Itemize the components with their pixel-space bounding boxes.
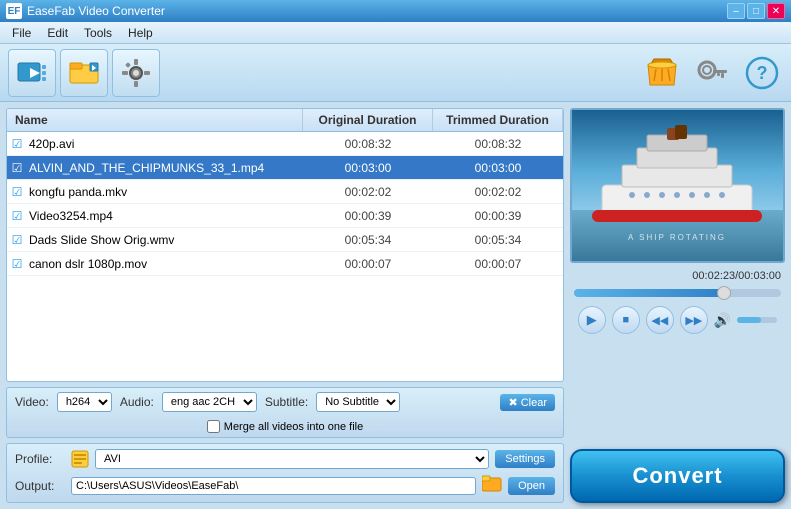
merge-label: Merge all videos into one file	[224, 421, 363, 433]
menu-tools[interactable]: Tools	[76, 24, 120, 42]
file-row[interactable]: ☑ ALVIN_AND_THE_CHIPMUNKS_33_1.mp4 00:03…	[7, 156, 563, 180]
output-path-input[interactable]	[71, 477, 476, 495]
menu-edit[interactable]: Edit	[39, 24, 76, 42]
convert-button[interactable]: Convert	[570, 449, 785, 503]
file-checkbox[interactable]: ☑	[7, 233, 27, 247]
file-orig-duration: 00:00:07	[303, 257, 433, 271]
app-title: EaseFab Video Converter	[27, 4, 165, 18]
window-controls: – □ ✕	[727, 3, 785, 19]
output-folder-button[interactable]	[482, 474, 502, 497]
file-checkbox[interactable]: ☑	[7, 209, 27, 223]
file-orig-duration: 00:03:00	[303, 161, 433, 175]
file-row[interactable]: ☑ canon dslr 1080p.mov 00:00:07 00:00:07	[7, 252, 563, 276]
file-row[interactable]: ☑ Dads Slide Show Orig.wmv 00:05:34 00:0…	[7, 228, 563, 252]
merge-row: Merge all videos into one file	[15, 420, 555, 433]
merge-checkbox[interactable]	[207, 420, 220, 433]
preview-svg: A SHIP ROTATING	[572, 110, 783, 261]
svg-text:A SHIP ROTATING: A SHIP ROTATING	[628, 233, 726, 242]
title-bar: EF EaseFab Video Converter – □ ✕	[0, 0, 791, 22]
col-header-name: Name	[7, 109, 303, 131]
file-checkbox[interactable]: ☑	[7, 137, 27, 151]
preview-time: 00:02:23/00:03:00	[570, 268, 785, 284]
stop-button[interactable]: ■	[612, 306, 640, 334]
file-name: ALVIN_AND_THE_CHIPMUNKS_33_1.mp4	[27, 161, 303, 175]
add-video-button[interactable]	[8, 49, 56, 97]
controls-bar: Video: h264 Audio: eng aac 2CH Subtitle:…	[6, 387, 564, 438]
subtitle-select[interactable]: No Subtitle	[316, 392, 400, 412]
maximize-button[interactable]: □	[747, 3, 765, 19]
prev-button[interactable]: ◀◀	[646, 306, 674, 334]
file-trim-duration: 00:05:34	[433, 233, 563, 247]
file-name: Dads Slide Show Orig.wmv	[27, 233, 303, 247]
play-button[interactable]: ▶	[578, 306, 606, 334]
toolbar-right: ?	[641, 52, 783, 94]
profile-select[interactable]: AVI MP4 MKV MOV	[95, 449, 489, 469]
main-content: Name Original Duration Trimmed Duration …	[0, 102, 791, 509]
settings-toolbar-button[interactable]	[112, 49, 160, 97]
preview-screen: A SHIP ROTATING	[570, 108, 785, 263]
menu-file[interactable]: File	[4, 24, 39, 42]
preview-controls: ▶ ■ ◀◀ ▶▶ 🔊	[570, 302, 785, 338]
file-name: canon dslr 1080p.mov	[27, 257, 303, 271]
preview-progress-bar[interactable]	[574, 289, 781, 297]
app-icon: EF	[6, 3, 22, 19]
audio-select[interactable]: eng aac 2CH	[162, 392, 257, 412]
clear-button[interactable]: ✖ Clear	[500, 394, 555, 411]
open-button[interactable]: Open	[508, 477, 555, 495]
file-trim-duration: 00:08:32	[433, 137, 563, 151]
menu-bar: File Edit Tools Help	[0, 22, 791, 44]
file-name: Video3254.mp4	[27, 209, 303, 223]
svg-text:?: ?	[757, 63, 768, 83]
volume-fill	[737, 317, 761, 323]
toolbar: ?	[0, 44, 791, 102]
close-button[interactable]: ✕	[767, 3, 785, 19]
file-checkbox[interactable]: ☑	[7, 257, 27, 271]
output-row: Output: Open	[15, 474, 555, 497]
file-list-container: Name Original Duration Trimmed Duration …	[6, 108, 564, 382]
preview-progress-fill	[574, 289, 731, 297]
file-checkbox[interactable]: ☑	[7, 185, 27, 199]
col-header-trim: Trimmed Duration	[433, 109, 563, 131]
preview-image: A SHIP ROTATING	[572, 110, 783, 261]
profile-row: Profile: AVI MP4 MKV MOV Settings	[15, 449, 555, 469]
output-label: Output:	[15, 479, 65, 493]
file-orig-duration: 00:02:02	[303, 185, 433, 199]
key-button[interactable]	[691, 52, 733, 94]
subtitle-label: Subtitle:	[265, 395, 308, 409]
profile-output: Profile: AVI MP4 MKV MOV Settings Output…	[6, 443, 564, 503]
volume-icon: 🔊	[714, 312, 731, 329]
file-list-header: Name Original Duration Trimmed Duration	[7, 109, 563, 132]
help-button[interactable]: ?	[741, 52, 783, 94]
file-trim-duration: 00:03:00	[433, 161, 563, 175]
file-orig-duration: 00:05:34	[303, 233, 433, 247]
file-name: 420p.avi	[27, 137, 303, 151]
video-select[interactable]: h264	[57, 392, 112, 412]
file-trim-duration: 00:00:07	[433, 257, 563, 271]
file-name: kongfu panda.mkv	[27, 185, 303, 199]
file-row[interactable]: ☑ 420p.avi 00:08:32 00:08:32	[7, 132, 563, 156]
left-panel: Name Original Duration Trimmed Duration …	[6, 108, 564, 503]
profile-icon	[71, 450, 89, 468]
file-row[interactable]: ☑ Video3254.mp4 00:00:39 00:00:39	[7, 204, 563, 228]
profile-label: Profile:	[15, 452, 65, 466]
video-label: Video:	[15, 395, 49, 409]
add-folder-button[interactable]	[60, 49, 108, 97]
audio-label: Audio:	[120, 395, 154, 409]
settings-button[interactable]: Settings	[495, 450, 555, 468]
preview-progress-thumb[interactable]	[717, 286, 731, 300]
volume-slider[interactable]	[737, 317, 777, 323]
col-header-orig: Original Duration	[303, 109, 433, 131]
file-row[interactable]: ☑ kongfu panda.mkv 00:02:02 00:02:02	[7, 180, 563, 204]
file-trim-duration: 00:02:02	[433, 185, 563, 199]
menu-help[interactable]: Help	[120, 24, 161, 42]
right-panel: A SHIP ROTATING 00:02:23/00:03:00 ▶ ■ ◀◀…	[570, 108, 785, 503]
file-trim-duration: 00:00:39	[433, 209, 563, 223]
file-orig-duration: 00:00:39	[303, 209, 433, 223]
file-checkbox[interactable]: ☑	[7, 161, 27, 175]
minimize-button[interactable]: –	[727, 3, 745, 19]
file-list-body: ☑ 420p.avi 00:08:32 00:08:32 ☑ ALVIN_AND…	[7, 132, 563, 276]
file-orig-duration: 00:08:32	[303, 137, 433, 151]
next-button[interactable]: ▶▶	[680, 306, 708, 334]
basket-button[interactable]	[641, 52, 683, 94]
